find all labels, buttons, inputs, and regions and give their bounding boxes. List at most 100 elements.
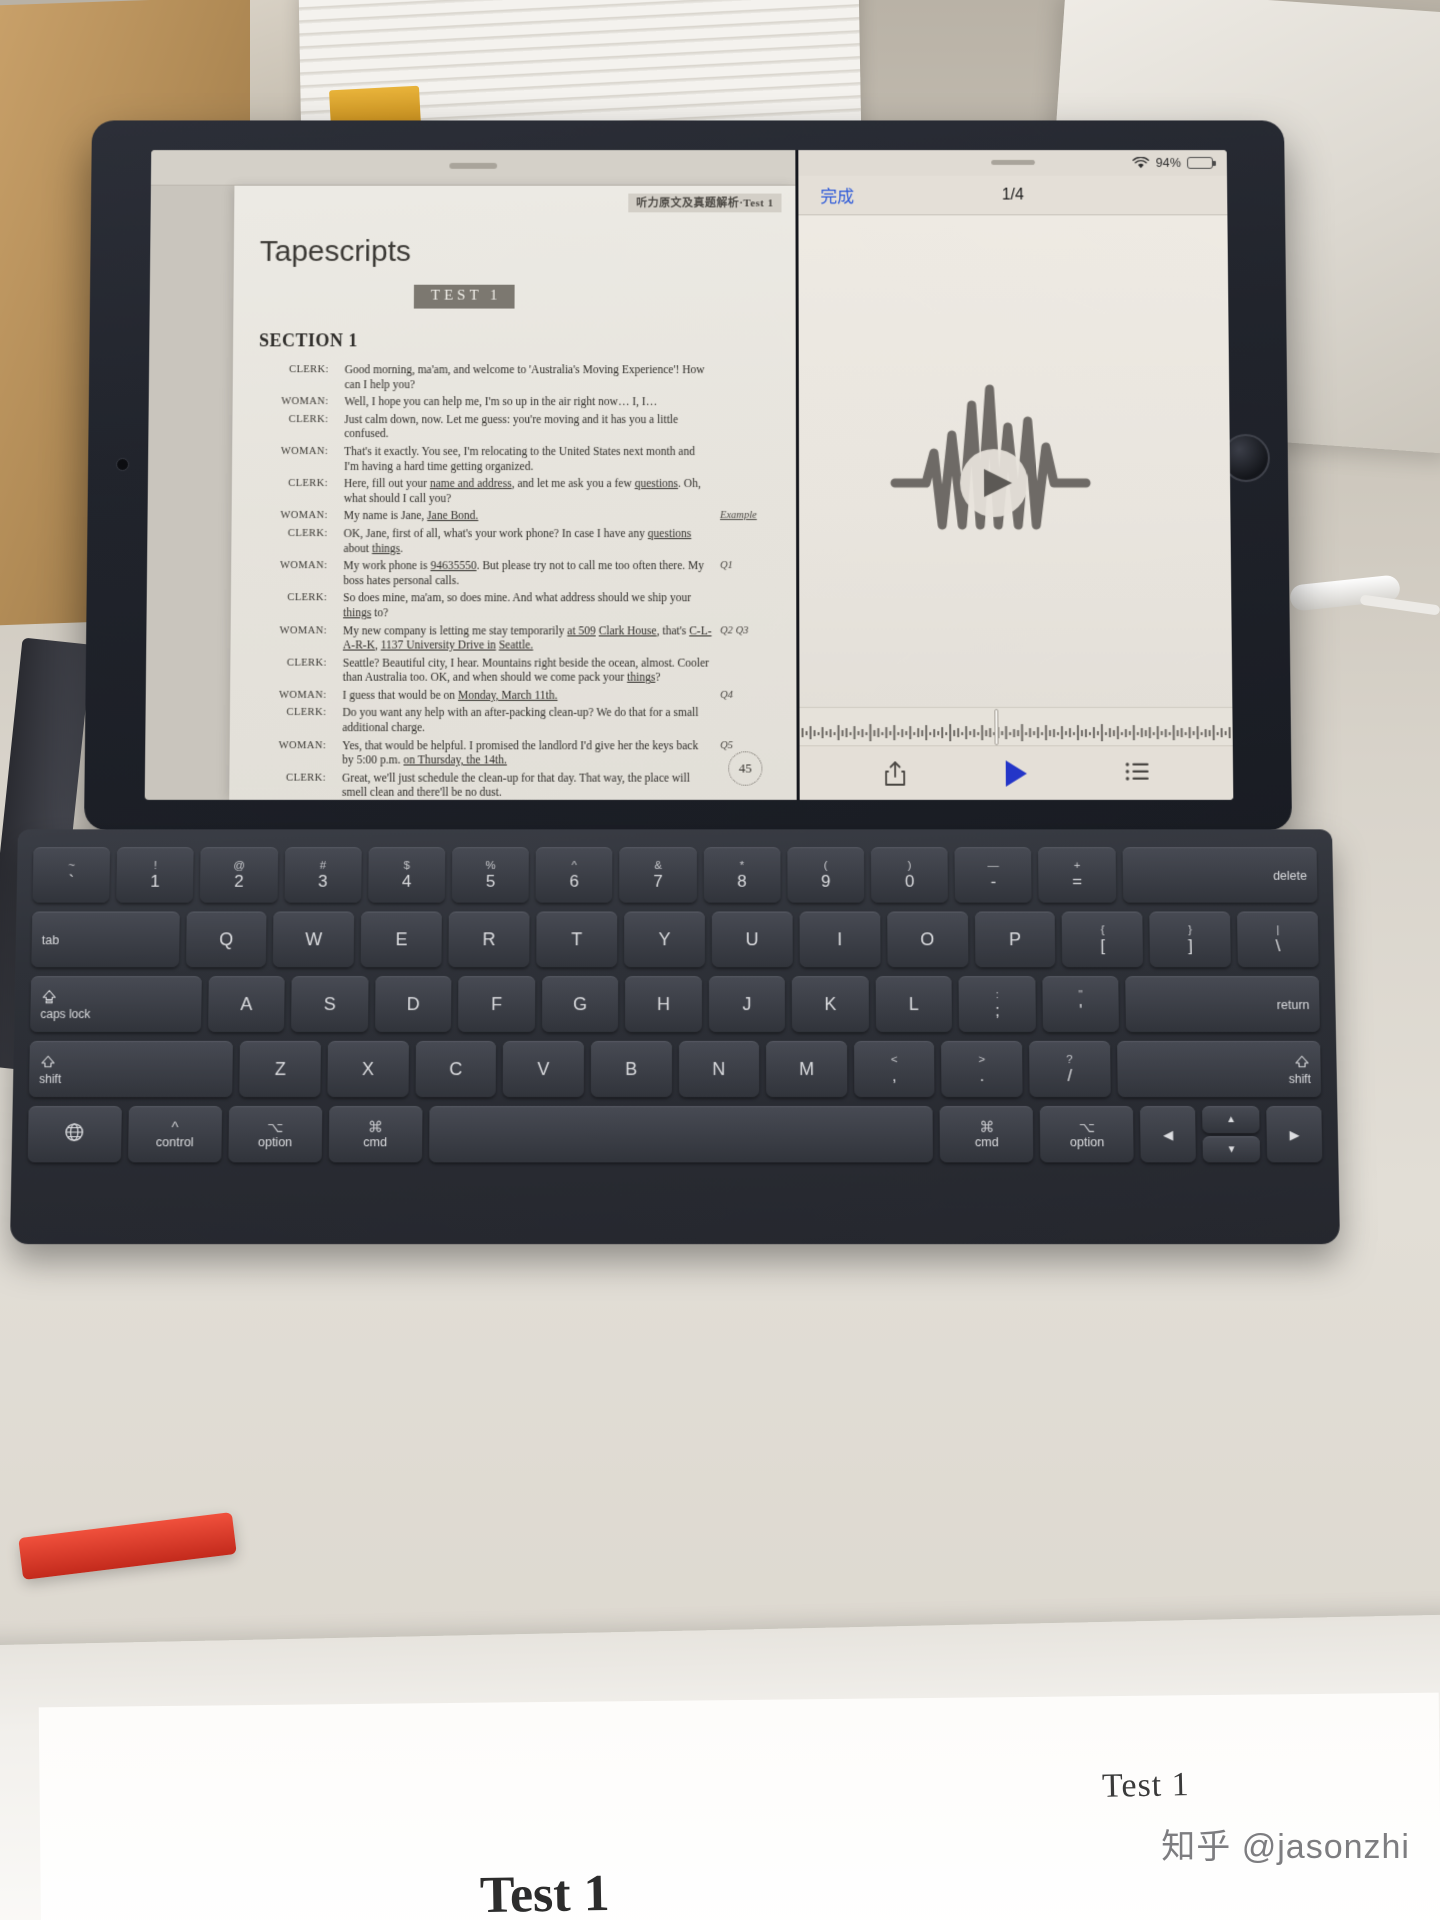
key-d[interactable]: D bbox=[374, 976, 452, 1033]
globe-icon bbox=[64, 1122, 84, 1147]
key-key[interactable]: {[ bbox=[1062, 911, 1144, 968]
key-label: shift bbox=[1288, 1071, 1311, 1086]
transcript-speaker: WOMAN: bbox=[280, 445, 329, 457]
pdf-page[interactable]: 听力原文及真题解析·Test 1 Tapescripts TEST 1 SECT… bbox=[229, 185, 797, 800]
key-c[interactable]: C bbox=[415, 1040, 497, 1098]
key-j[interactable]: J bbox=[708, 976, 786, 1033]
pdf-reader-pane[interactable]: 听力原文及真题解析·Test 1 Tapescripts TEST 1 SECT… bbox=[144, 150, 797, 800]
key-space[interactable] bbox=[428, 1106, 934, 1163]
scrubber-playhead[interactable] bbox=[994, 708, 999, 746]
split-view-grabber[interactable] bbox=[449, 162, 498, 169]
keyboard-row: ^ control ⌥ option ⌘ cmd ⌘ cmd ⌥ option ◀ ▲ ▼ ▶ bbox=[27, 1106, 1323, 1163]
section-heading: SECTION 1 bbox=[258, 330, 358, 351]
key-f[interactable]: F bbox=[458, 976, 535, 1033]
key-4[interactable]: $4 bbox=[368, 847, 446, 903]
key-key[interactable]: | \ bbox=[1237, 911, 1319, 968]
audio-scrubber[interactable] bbox=[799, 706, 1233, 746]
key-shift[interactable]: shift bbox=[28, 1040, 234, 1098]
question-marker bbox=[712, 706, 774, 735]
key-q[interactable]: Q bbox=[185, 911, 267, 968]
key-cmd[interactable]: ⌘ cmd bbox=[939, 1106, 1034, 1163]
key-0[interactable]: ) 0 bbox=[870, 847, 949, 903]
bottom-paper-sheet-2 bbox=[38, 1692, 1440, 1920]
done-button[interactable]: 完成 bbox=[820, 183, 854, 208]
transcript-text: So does mine, ma'am, so does mine. And w… bbox=[343, 592, 692, 620]
play-icon[interactable] bbox=[1005, 759, 1027, 787]
key-shift[interactable]: shift bbox=[1116, 1040, 1322, 1098]
key-cmd[interactable]: ⌘ cmd bbox=[328, 1106, 423, 1163]
key-return[interactable]: return bbox=[1125, 976, 1320, 1033]
key-k[interactable]: K bbox=[792, 976, 869, 1033]
key-key[interactable]: }] bbox=[1149, 911, 1232, 968]
transcript-text: Here, fill out your name and address, an… bbox=[343, 478, 701, 505]
transcript-speaker: CLERK: bbox=[287, 592, 328, 604]
key-x[interactable]: X bbox=[327, 1040, 409, 1098]
key-1[interactable]: ! 1 bbox=[116, 847, 195, 903]
question-marker: Q1 bbox=[720, 560, 733, 572]
key-shifted-label: : bbox=[995, 989, 999, 1002]
key-w[interactable]: W bbox=[273, 911, 355, 968]
key-3[interactable]: #3 bbox=[284, 847, 362, 903]
key-n[interactable]: N bbox=[678, 1040, 760, 1098]
key-i[interactable]: I bbox=[799, 911, 881, 968]
key-option[interactable]: ⌥ option bbox=[1040, 1106, 1134, 1163]
key-control[interactable]: ^ control bbox=[127, 1106, 222, 1163]
key-h[interactable]: H bbox=[625, 976, 702, 1033]
key-arrow-right[interactable]: ▶ bbox=[1266, 1106, 1323, 1163]
key-o[interactable]: O bbox=[886, 911, 968, 968]
key-key[interactable]: >. bbox=[941, 1040, 1023, 1098]
transcript-text: My name is Jane, Jane Bond. bbox=[343, 510, 479, 523]
key-g[interactable]: G bbox=[541, 976, 619, 1033]
transcript-text: Seattle? Beautiful city, I hear. Mountai… bbox=[342, 657, 709, 685]
key-delete[interactable]: delete bbox=[1122, 847, 1318, 903]
transcript-line: CLERK: Here, fill out your name and addre… bbox=[258, 477, 774, 506]
waveform-play-icon[interactable] bbox=[889, 375, 1140, 545]
key-label: control bbox=[155, 1134, 194, 1149]
smart-keyboard[interactable]: ~ `! 1 @2 #3 $4% 5 ^ 6 & 7 * 8(9) 0— - + = delete tab Q W E R T… bbox=[9, 829, 1341, 1245]
pdf-toolbar[interactable] bbox=[150, 150, 796, 186]
key-arrow-up[interactable]: ▲ bbox=[1202, 1106, 1260, 1133]
key-arrow-down[interactable]: ▼ bbox=[1202, 1135, 1261, 1163]
key-z[interactable]: Z bbox=[239, 1040, 322, 1098]
key-e[interactable]: E bbox=[360, 911, 443, 968]
transcript-text: Great, we'll just schedule the clean-up … bbox=[341, 772, 690, 800]
share-icon[interactable] bbox=[882, 760, 908, 786]
key-key[interactable]: — - bbox=[954, 847, 1033, 903]
modifier-icon: ⌥ bbox=[1078, 1119, 1096, 1136]
key-option[interactable]: ⌥ option bbox=[228, 1106, 322, 1163]
key-6[interactable]: ^ 6 bbox=[535, 847, 613, 903]
key-arrow-left[interactable]: ◀ bbox=[1140, 1106, 1196, 1163]
key-r[interactable]: R bbox=[448, 911, 530, 968]
key-key[interactable]: ? / bbox=[1028, 1040, 1111, 1098]
key-key[interactable]: + = bbox=[1038, 847, 1116, 903]
key-v[interactable]: V bbox=[502, 1040, 584, 1098]
key-s[interactable]: S bbox=[291, 976, 369, 1033]
key-key[interactable]: :; bbox=[958, 976, 1036, 1033]
key-t[interactable]: T bbox=[536, 911, 618, 968]
key-caps-lock[interactable]: caps lock bbox=[30, 976, 202, 1033]
key-key[interactable]: <, bbox=[853, 1040, 935, 1098]
key-a[interactable]: A bbox=[207, 976, 285, 1033]
key-y[interactable]: Y bbox=[624, 911, 705, 968]
key-m[interactable]: M bbox=[766, 1040, 848, 1098]
key-p[interactable]: P bbox=[974, 911, 1056, 968]
key-5[interactable]: % 5 bbox=[451, 847, 530, 903]
audio-artwork-area[interactable] bbox=[798, 215, 1233, 707]
audio-player-pane[interactable]: 94% 完成 1/4 bbox=[795, 150, 1234, 800]
key-l[interactable]: L bbox=[875, 976, 953, 1033]
split-view-grabber-right[interactable] bbox=[990, 159, 1035, 165]
key-globe[interactable] bbox=[27, 1106, 122, 1163]
key-9[interactable]: (9 bbox=[787, 847, 865, 903]
key-2[interactable]: @2 bbox=[200, 847, 278, 903]
key-tab[interactable]: tab bbox=[31, 911, 180, 968]
key-8[interactable]: * 8 bbox=[703, 847, 781, 903]
key-key[interactable]: " ' bbox=[1042, 976, 1120, 1033]
question-marker bbox=[712, 445, 774, 474]
list-icon[interactable] bbox=[1124, 760, 1150, 786]
key-b[interactable]: B bbox=[590, 1040, 672, 1098]
key-key[interactable]: ~ ` bbox=[32, 847, 111, 903]
key-u[interactable]: U bbox=[711, 911, 793, 968]
key-shifted-label: $ bbox=[403, 860, 410, 872]
question-marker bbox=[712, 395, 774, 410]
key-7[interactable]: & 7 bbox=[619, 847, 697, 903]
